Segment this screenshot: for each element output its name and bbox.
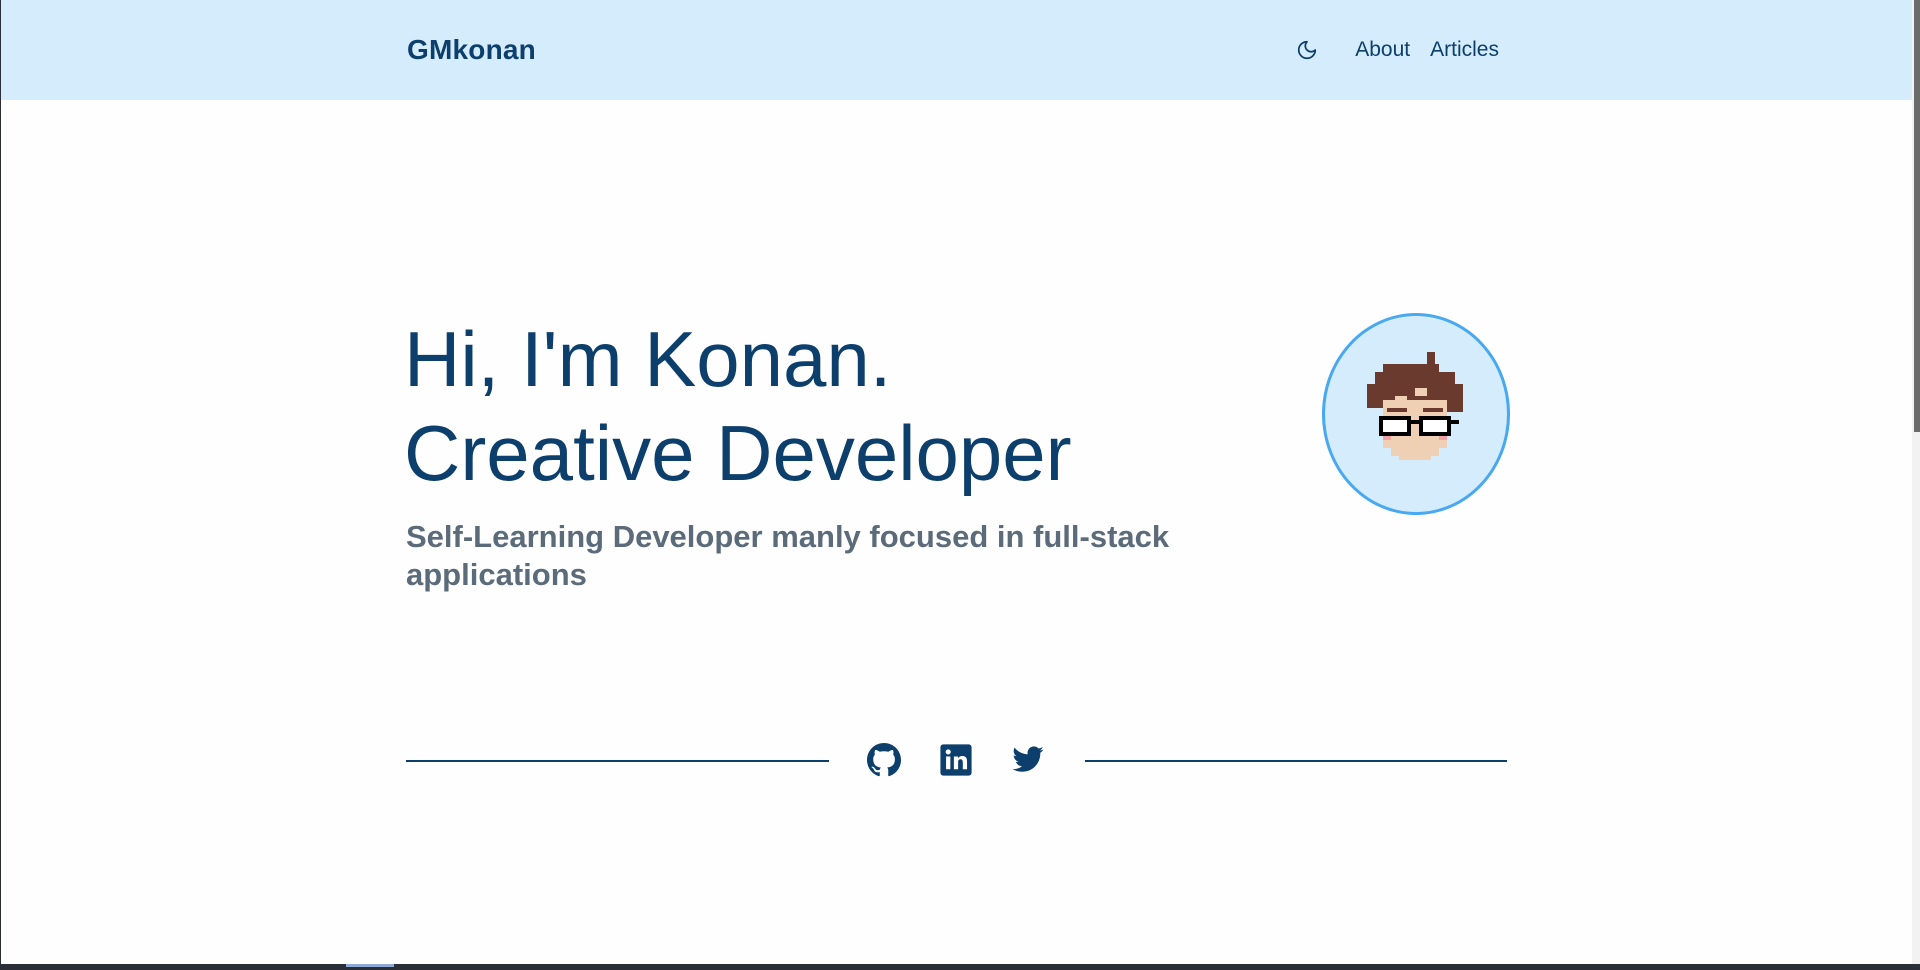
hero-title: Hi, I'm Konan. Creative Developer xyxy=(404,312,1072,500)
github-icon xyxy=(867,743,901,777)
site-header: GMkonan About Articles xyxy=(1,0,1912,100)
nav-about-link[interactable]: About xyxy=(1355,38,1410,62)
page: GMkonan About Articles Hi, I'm Konan. Cr… xyxy=(0,0,1920,970)
main-nav: About Articles xyxy=(1295,38,1499,62)
moon-icon xyxy=(1298,40,1317,60)
github-link[interactable] xyxy=(866,742,902,778)
window-left-edge xyxy=(0,0,1,964)
divider-left xyxy=(406,760,829,762)
hero-subtitle: Self-Learning Developer manly focused in… xyxy=(406,519,1170,592)
theme-toggle-button[interactable] xyxy=(1295,38,1319,62)
scrollbar-thumb[interactable] xyxy=(1914,0,1920,432)
pixel-avatar-icon xyxy=(1367,352,1463,460)
avatar xyxy=(1322,313,1510,515)
bottom-taskbar xyxy=(0,964,1920,970)
active-window-indicator xyxy=(346,964,394,967)
hero-role: Creative Developer xyxy=(404,409,1072,497)
twitter-icon xyxy=(1012,746,1044,772)
divider-right xyxy=(1085,760,1507,762)
scrollbar[interactable] xyxy=(1912,0,1920,964)
hero-greeting: Hi, I'm Konan. xyxy=(404,315,892,403)
nav-articles-link[interactable]: Articles xyxy=(1430,38,1499,62)
twitter-link[interactable] xyxy=(1010,742,1046,778)
linkedin-link[interactable] xyxy=(938,742,974,778)
linkedin-icon xyxy=(940,744,972,776)
social-links xyxy=(866,742,1046,778)
brand-logo-link[interactable]: GMkonan xyxy=(407,34,536,66)
